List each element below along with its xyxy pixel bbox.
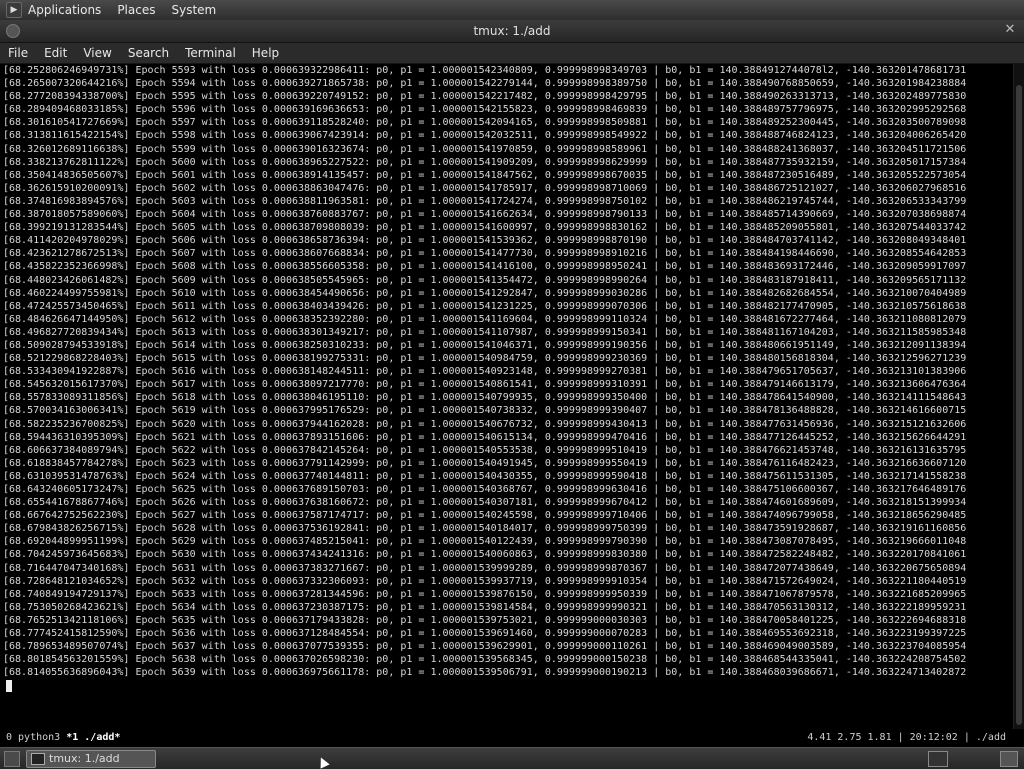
- system-menu[interactable]: System: [171, 3, 216, 17]
- terminal-line: [68.387018057589060%] Epoch 5604 with lo…: [3, 209, 967, 221]
- workspace-switcher-icon[interactable]: [1000, 751, 1018, 767]
- window-title: tmux: 1./add: [473, 24, 551, 38]
- taskbar-button-tmux[interactable]: tmux: 1./add: [26, 750, 156, 768]
- window-titlebar[interactable]: tmux: 1./add ✕: [0, 20, 1024, 43]
- close-icon[interactable]: ✕: [1002, 22, 1018, 38]
- terminal-line: [68.692044899951199%] Epoch 5629 with lo…: [3, 536, 967, 548]
- terminal-line: [68.326012689116638%] Epoch 5599 with lo…: [3, 143, 967, 155]
- terminal-line: [68.313811615422154%] Epoch 5598 with lo…: [3, 130, 967, 142]
- applications-menu[interactable]: Applications: [28, 3, 101, 17]
- terminal-line: [68.301610541727669%] Epoch 5597 with lo…: [3, 117, 967, 129]
- terminal-line: [68.496827720839434%] Epoch 5613 with lo…: [3, 326, 967, 338]
- status-session: 0 python3: [6, 732, 61, 743]
- gnome-foot-icon[interactable]: ▶: [6, 2, 22, 18]
- show-desktop-icon[interactable]: [4, 751, 20, 767]
- terminal-line: [68.533430941922887%] Epoch 5616 with lo…: [3, 366, 967, 378]
- terminal-output[interactable]: [68.252806246949731%] Epoch 5593 with lo…: [0, 64, 1014, 729]
- terminal-line: [68.643240605173247%] Epoch 5625 with lo…: [3, 484, 967, 495]
- cursor: [6, 680, 12, 693]
- terminal-line: [68.265007320644216%] Epoch 5594 with lo…: [3, 78, 967, 90]
- terminal-scrollbar[interactable]: [1013, 64, 1024, 729]
- terminal-line: [68.753050268423621%] Epoch 5634 with lo…: [3, 601, 967, 613]
- terminal-line: [68.545632015617370%] Epoch 5617 with lo…: [3, 379, 967, 391]
- menu-help[interactable]: Help: [252, 46, 279, 60]
- terminal-line: [68.765251342118106%] Epoch 5635 with lo…: [3, 614, 967, 626]
- prompt-line[interactable]: [0, 679, 1014, 693]
- scrollbar-thumb[interactable]: [1016, 85, 1022, 725]
- menu-view[interactable]: View: [83, 46, 111, 60]
- status-window[interactable]: *1 ./add*: [66, 732, 120, 743]
- places-menu[interactable]: Places: [117, 3, 155, 17]
- terminal-line: [68.521229868228403%] Epoch 5615 with lo…: [3, 353, 967, 365]
- terminal-line: [68.460224499755981%] Epoch 5610 with lo…: [3, 287, 967, 299]
- terminal-line: [68.289409468033185%] Epoch 5596 with lo…: [3, 104, 967, 116]
- status-left: 0 python3 *1 ./add*: [6, 732, 120, 743]
- menu-search[interactable]: Search: [128, 46, 169, 60]
- terminal-line: [68.509028794533918%] Epoch 5614 with lo…: [3, 339, 967, 351]
- terminal-line: [68.338213762811122%] Epoch 5600 with lo…: [3, 156, 967, 168]
- terminal-line: [68.704245973645683%] Epoch 5630 with lo…: [3, 549, 967, 561]
- terminal-line: [68.606637384089794%] Epoch 5622 with lo…: [3, 444, 967, 456]
- menu-file[interactable]: File: [8, 46, 28, 60]
- tray-icon[interactable]: [928, 751, 948, 767]
- terminal-line: [68.631039531478763%] Epoch 5624 with lo…: [3, 470, 967, 482]
- terminal-line: [68.448023426061482%] Epoch 5609 with lo…: [3, 274, 967, 286]
- terminal-line: [68.277208394338700%] Epoch 5595 with lo…: [3, 91, 967, 103]
- terminal-line: [68.618838457784278%] Epoch 5623 with lo…: [3, 457, 967, 469]
- terminal-line: [68.594436310395309%] Epoch 5621 with lo…: [3, 431, 967, 443]
- terminal-line: [68.582235236700825%] Epoch 5620 with lo…: [3, 418, 967, 430]
- menu-bar: File Edit View Search Terminal Help: [0, 43, 1024, 64]
- terminal-line: [68.801854563201559%] Epoch 5638 with lo…: [3, 654, 967, 666]
- menu-terminal[interactable]: Terminal: [185, 46, 236, 60]
- terminal-line: [68.716447047340168%] Epoch 5631 with lo…: [3, 562, 967, 574]
- terminal-line: [68.777452415812590%] Epoch 5636 with lo…: [3, 628, 967, 640]
- terminal-line: [68.655441678867746%] Epoch 5626 with lo…: [3, 497, 967, 509]
- terminal-line: [68.557833089311856%] Epoch 5618 with lo…: [3, 392, 967, 404]
- terminal-line: [68.252806246949731%] Epoch 5593 with lo…: [3, 65, 967, 76]
- taskbar-label: tmux: 1./add: [49, 752, 120, 765]
- terminal-line: [68.484626647144950%] Epoch 5612 with lo…: [3, 313, 967, 325]
- terminal-line: [68.399219131283544%] Epoch 5605 with lo…: [3, 222, 967, 234]
- terminal-line: [68.814055636896043%] Epoch 5639 with lo…: [3, 667, 967, 679]
- terminal-line: [68.679843826256715%] Epoch 5628 with lo…: [3, 523, 967, 535]
- terminal-line: [68.570034163006341%] Epoch 5619 with lo…: [3, 405, 967, 417]
- terminal-icon: [31, 753, 45, 765]
- terminal-line: [68.435822352366998%] Epoch 5608 with lo…: [3, 261, 967, 273]
- terminal-line: [68.362615910200091%] Epoch 5602 with lo…: [3, 182, 967, 194]
- terminal-line: [68.740849194729137%] Epoch 5633 with lo…: [3, 588, 967, 600]
- terminal-line: [68.667642752562230%] Epoch 5627 with lo…: [3, 510, 967, 522]
- terminal-line: [68.411420204978029%] Epoch 5606 with lo…: [3, 235, 967, 247]
- menu-edit[interactable]: Edit: [44, 46, 67, 60]
- terminal-line: [68.423621278672513%] Epoch 5607 with lo…: [3, 248, 967, 260]
- terminal-line: [68.350414836505607%] Epoch 5601 with lo…: [3, 169, 967, 181]
- top-panel: ▶ Applications Places System: [0, 0, 1024, 21]
- status-right: 4.41 2.75 1.81 | 20:12:02 | ./add: [807, 732, 1006, 743]
- terminal-line: [68.374816983894576%] Epoch 5603 with lo…: [3, 195, 967, 207]
- terminal-line: [68.789653489507074%] Epoch 5637 with lo…: [3, 641, 967, 653]
- terminal-line: [68.728648121034652%] Epoch 5632 with lo…: [3, 575, 967, 587]
- tmux-status-bar: 0 python3 *1 ./add* 4.41 2.75 1.81 | 20:…: [0, 729, 1024, 746]
- bottom-panel: tmux: 1./add: [0, 747, 1024, 769]
- terminal-line: [68.472425573450465%] Epoch 5611 with lo…: [3, 300, 967, 312]
